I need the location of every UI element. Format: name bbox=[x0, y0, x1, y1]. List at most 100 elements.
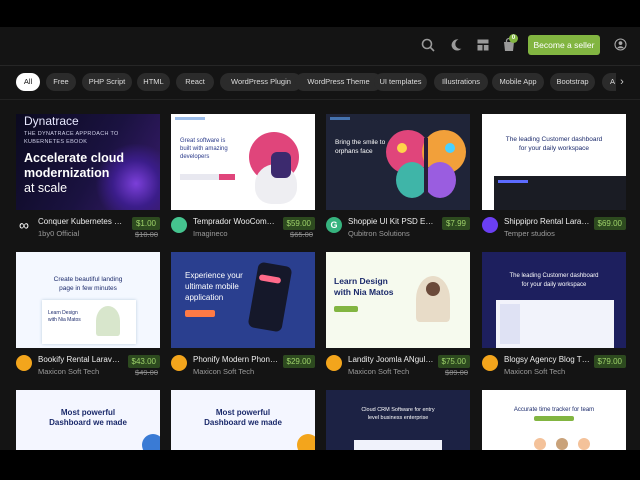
thumb-text: Dashboard we made bbox=[204, 418, 282, 427]
product-author[interactable]: Maxicon Soft Tech bbox=[38, 367, 124, 376]
thumb-text: with Nia Matos bbox=[334, 287, 394, 297]
product-author[interactable]: Temper studios bbox=[504, 229, 590, 238]
thumb-text: The leading Customer dashboard bbox=[505, 136, 603, 143]
chip-illustrations[interactable]: Illustrations bbox=[434, 73, 488, 91]
product-thumbnail[interactable]: Great software is built with amazing dev… bbox=[171, 114, 315, 210]
product-title[interactable]: Landity Joomla ANgula... bbox=[348, 355, 434, 364]
chip-all[interactable]: All bbox=[16, 73, 40, 91]
person-photo-decoration bbox=[96, 306, 120, 336]
user-icon[interactable] bbox=[614, 38, 627, 51]
product-thumbnail[interactable]: Create beautiful landing page in few min… bbox=[16, 252, 160, 348]
thumb-text: The leading Customer dashboard bbox=[509, 273, 599, 279]
phone-mockup-decoration bbox=[247, 261, 293, 333]
chip-wordpress-theme[interactable]: WordPress Theme bbox=[295, 73, 382, 91]
product-title[interactable]: Phonify Modern Phone... bbox=[193, 355, 279, 364]
product-thumbnail[interactable]: Accurate time tracker for team bbox=[482, 390, 626, 450]
category-filter-bar: All Free PHP Script HTML React WordPress… bbox=[16, 73, 616, 91]
product-brand-icon bbox=[482, 355, 498, 371]
chevron-right-icon[interactable]: › bbox=[616, 74, 628, 90]
product-title[interactable]: Conquer Kubernetes co... bbox=[38, 217, 124, 226]
person-figure-decoration bbox=[556, 438, 568, 450]
product-brand-icon bbox=[171, 217, 187, 233]
thumb-text: Bring the smile to bbox=[335, 139, 386, 146]
product-price: $75.00 bbox=[437, 355, 470, 368]
thumb-nav bbox=[175, 117, 205, 120]
product-title[interactable]: Bookify Rental Laravel R... bbox=[38, 355, 124, 364]
product-price: $43.00 bbox=[127, 355, 160, 368]
product-author[interactable]: Imagineco bbox=[193, 229, 279, 238]
chip-react[interactable]: React bbox=[176, 73, 214, 91]
thumb-text: ultimate mobile bbox=[185, 282, 239, 291]
product-brand-icon: G bbox=[326, 217, 342, 233]
thumb-button bbox=[219, 174, 235, 180]
product-old-price: $89.00 bbox=[445, 368, 468, 377]
person-figure-decoration bbox=[578, 438, 590, 450]
thumb-text: THE DYNATRACE APPROACH TO bbox=[24, 131, 119, 137]
product-thumbnail[interactable]: The leading Customer dashboard for your … bbox=[482, 252, 626, 348]
product-title[interactable]: Shoppie UI Kit PSD Eco... bbox=[348, 217, 434, 226]
product-title[interactable]: Blogsy Agency Blog Th... bbox=[504, 355, 590, 364]
product-author[interactable]: Maxicon Soft Tech bbox=[193, 367, 279, 376]
screen-bottom-margin bbox=[0, 450, 640, 480]
thumb-text: Accurate time tracker for team bbox=[513, 407, 595, 413]
thumb-nav bbox=[330, 117, 350, 120]
person-figure-decoration bbox=[534, 438, 546, 450]
thumb-text: Most powerful bbox=[215, 408, 271, 417]
person-head-decoration bbox=[426, 282, 440, 296]
product-old-price: $49.00 bbox=[135, 368, 158, 377]
cart-count-badge: 0 bbox=[509, 34, 518, 43]
grid-icon[interactable] bbox=[475, 37, 491, 53]
grid-divider bbox=[0, 99, 640, 100]
product-thumbnail[interactable]: Cloud CRM Software for entry level busin… bbox=[326, 390, 470, 450]
chip-wordpress-plugin[interactable]: WordPress Plugin bbox=[220, 73, 302, 91]
chip-free[interactable]: Free bbox=[46, 73, 76, 91]
product-thumbnail[interactable]: Bring the smile to orphans face bbox=[326, 114, 470, 210]
thumb-text: Learn Design bbox=[334, 276, 388, 286]
product-title[interactable]: Shippipro Rental Larav... bbox=[504, 217, 590, 226]
thumb-dashboard-bar bbox=[498, 180, 528, 183]
thumb-text: Create beautiful landing bbox=[53, 276, 123, 283]
screen-top-margin bbox=[0, 0, 640, 27]
header-divider bbox=[0, 65, 640, 66]
thumb-headline: Accelerate cloud bbox=[24, 151, 125, 165]
product-author[interactable]: Maxicon Soft Tech bbox=[504, 367, 590, 376]
moon-icon[interactable] bbox=[448, 37, 464, 53]
product-title[interactable]: Temprador WooComm... bbox=[193, 217, 279, 226]
product-author[interactable]: 1by0 Official bbox=[38, 229, 124, 238]
chip-html[interactable]: HTML bbox=[137, 73, 170, 91]
product-price: $1.00 bbox=[131, 217, 160, 230]
product-thumbnail[interactable]: Learn Design with Nia Matos bbox=[326, 252, 470, 348]
thumb-headline: modernization bbox=[24, 166, 110, 180]
product-thumbnail[interactable]: Most powerful Dashboard we made bbox=[171, 390, 315, 450]
product-price: $29.00 bbox=[282, 355, 315, 368]
product-price: $7.99 bbox=[441, 217, 470, 230]
chip-ui-templates[interactable]: UI templates bbox=[374, 73, 427, 91]
product-brand-icon bbox=[482, 217, 498, 233]
thumb-text: with Nia Matos bbox=[48, 317, 81, 323]
thumb-text: application bbox=[185, 293, 224, 302]
thumb-cta-button bbox=[334, 306, 358, 312]
thumb-text: orphans face bbox=[335, 148, 373, 155]
thumb-text: Dashboard we made bbox=[49, 418, 127, 427]
chip-mobile-app[interactable]: Mobile App bbox=[492, 73, 544, 91]
become-seller-button[interactable]: Become a seller bbox=[528, 35, 600, 55]
thumb-text: Cloud CRM Software for entry bbox=[361, 407, 435, 413]
product-author[interactable]: Maxicon Soft Tech bbox=[348, 367, 434, 376]
product-thumbnail[interactable]: The leading Customer dashboard for your … bbox=[482, 114, 626, 210]
product-thumbnail[interactable]: Experience your ultimate mobile applicat… bbox=[171, 252, 315, 348]
orange-circle-decoration bbox=[297, 434, 315, 450]
chip-more[interactable]: A bbox=[602, 73, 616, 91]
chip-bootstrap[interactable]: Bootstrap bbox=[550, 73, 595, 91]
thumb-logo-text: Dynatrace bbox=[24, 114, 79, 128]
product-author[interactable]: Qubitron Solutions bbox=[348, 229, 434, 238]
product-thumbnail[interactable]: Most powerful Dashboard we made bbox=[16, 390, 160, 450]
thumb-dashboard-sidebar bbox=[500, 304, 520, 344]
chip-php-script[interactable]: PHP Script bbox=[82, 73, 132, 91]
thumb-headline: at scale bbox=[24, 181, 68, 195]
thumb-text: page in few minutes bbox=[59, 285, 117, 292]
thumb-text: Experience your bbox=[185, 271, 243, 280]
thumb-text: built with amazing bbox=[180, 146, 228, 152]
product-thumbnail[interactable]: Dynatrace THE DYNATRACE APPROACH TO KUBE… bbox=[16, 114, 160, 210]
search-icon[interactable] bbox=[420, 37, 436, 53]
product-old-price: $10.00 bbox=[135, 230, 158, 239]
